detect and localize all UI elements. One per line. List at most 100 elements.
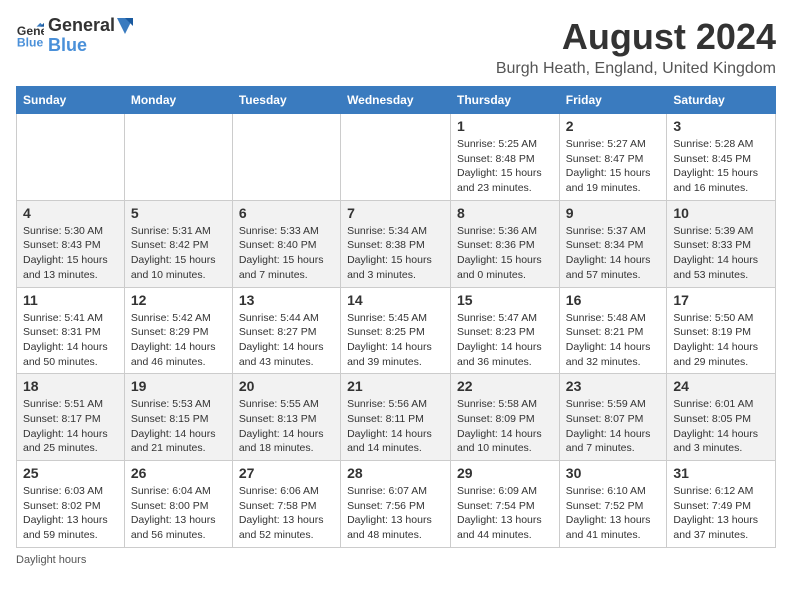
day-number: 27 (239, 465, 334, 481)
calendar-cell (341, 114, 451, 201)
svg-text:Blue: Blue (17, 35, 44, 49)
calendar-cell: 2Sunrise: 5:27 AMSunset: 8:47 PMDaylight… (559, 114, 667, 201)
calendar-cell: 23 Sunrise: 5:59 AMSunset: 8:07 PMDayligh… (559, 374, 667, 461)
week-row-1: 1Sunrise: 5:25 AMSunset: 8:48 PMDaylight… (17, 114, 776, 201)
day-info: Sunrise: 6:12 AMSunset: 7:49 PMDaylight:… (673, 484, 769, 543)
calendar-cell (124, 114, 232, 201)
calendar-cell: 17 Sunrise: 5:50 AMSunset: 8:19 PMDayligh… (667, 287, 776, 374)
calendar-cell: 18 Sunrise: 5:51 AMSunset: 8:17 PMDayligh… (17, 374, 125, 461)
day-number: 12 (131, 292, 226, 308)
day-info: Sunrise: 5:47 AMSunset: 8:23 PMDaylight:… (457, 311, 553, 370)
calendar-table: SundayMondayTuesdayWednesdayThursdayFrid… (16, 86, 776, 548)
day-number: 4 (23, 205, 118, 221)
day-number: 8 (457, 205, 553, 221)
calendar-cell: 11 Sunrise: 5:41 AMSunset: 8:31 PMDayligh… (17, 287, 125, 374)
day-number: 11 (23, 292, 118, 308)
day-number: 24 (673, 378, 769, 394)
calendar-cell: 20Sunrise: 5:55 AMSunset: 8:13 PMDayligh… (232, 374, 340, 461)
calendar-cell: 27Sunrise: 6:06 AMSunset: 7:58 PMDayligh… (232, 461, 340, 548)
calendar-cell: 3Sunrise: 5:28 AMSunset: 8:45 PMDaylight… (667, 114, 776, 201)
calendar-cell: 15 Sunrise: 5:47 AMSunset: 8:23 PMDayligh… (451, 287, 560, 374)
day-number: 9 (566, 205, 661, 221)
week-row-3: 11 Sunrise: 5:41 AMSunset: 8:31 PMDayligh… (17, 287, 776, 374)
day-info: Sunrise: 6:10 AMSunset: 7:52 PMDaylight:… (566, 484, 661, 543)
calendar-cell: 28 Sunrise: 6:07 AMSunset: 7:56 PMDayligh… (341, 461, 451, 548)
day-number: 18 (23, 378, 118, 394)
calendar-cell: 26 Sunrise: 6:04 AMSunset: 8:00 PMDayligh… (124, 461, 232, 548)
day-info: Sunrise: 5:45 AMSunset: 8:25 PMDaylight:… (347, 311, 444, 370)
day-info: Sunrise: 6:03 AMSunset: 8:02 PMDaylight:… (23, 484, 118, 543)
calendar-cell: 29 Sunrise: 6:09 AMSunset: 7:54 PMDayligh… (451, 461, 560, 548)
logo-blue: Blue (48, 36, 133, 56)
column-header-wednesday: Wednesday (341, 87, 451, 114)
header: General Blue General Blue August 2024 Bu… (16, 16, 776, 78)
day-number: 21 (347, 378, 444, 394)
day-info: Sunrise: 5:37 AMSunset: 8:34 PMDaylight:… (566, 224, 661, 283)
day-info: Sunrise: 5:27 AMSunset: 8:47 PMDaylight:… (566, 137, 661, 196)
calendar-cell: 8 Sunrise: 5:36 AMSunset: 8:36 PMDaylight… (451, 200, 560, 287)
day-info: Sunrise: 5:59 AMSunset: 8:07 PMDaylight:… (566, 397, 661, 456)
day-number: 28 (347, 465, 444, 481)
day-number: 6 (239, 205, 334, 221)
column-header-monday: Monday (124, 87, 232, 114)
logo-icon: General Blue (16, 22, 44, 50)
day-number: 25 (23, 465, 118, 481)
column-header-saturday: Saturday (667, 87, 776, 114)
calendar-cell: 6Sunrise: 5:33 AMSunset: 8:40 PMDaylight… (232, 200, 340, 287)
week-row-4: 18 Sunrise: 5:51 AMSunset: 8:17 PMDayligh… (17, 374, 776, 461)
day-info: Sunrise: 5:36 AMSunset: 8:36 PMDaylight:… (457, 224, 553, 283)
calendar-cell (17, 114, 125, 201)
week-row-2: 4 Sunrise: 5:30 AMSunset: 8:43 PMDaylight… (17, 200, 776, 287)
calendar-cell: 5 Sunrise: 5:31 AMSunset: 8:42 PMDaylight… (124, 200, 232, 287)
day-number: 30 (566, 465, 661, 481)
day-number: 5 (131, 205, 226, 221)
day-info: Sunrise: 5:58 AMSunset: 8:09 PMDaylight:… (457, 397, 553, 456)
day-info: Sunrise: 6:04 AMSunset: 8:00 PMDaylight:… (131, 484, 226, 543)
day-info: Sunrise: 5:51 AMSunset: 8:17 PMDaylight:… (23, 397, 118, 456)
calendar-cell: 10 Sunrise: 5:39 AMSunset: 8:33 PMDayligh… (667, 200, 776, 287)
day-number: 7 (347, 205, 444, 221)
day-number: 14 (347, 292, 444, 308)
footer-text: Daylight hours (16, 554, 86, 566)
month-title: August 2024 (496, 16, 776, 58)
day-number: 17 (673, 292, 769, 308)
day-info: Sunrise: 5:31 AMSunset: 8:42 PMDaylight:… (131, 224, 226, 283)
column-header-friday: Friday (559, 87, 667, 114)
day-info: Sunrise: 5:30 AMSunset: 8:43 PMDaylight:… (23, 224, 118, 283)
day-info: Sunrise: 6:07 AMSunset: 7:56 PMDaylight:… (347, 484, 444, 543)
calendar-cell: 31Sunrise: 6:12 AMSunset: 7:49 PMDayligh… (667, 461, 776, 548)
title-area: August 2024 Burgh Heath, England, United… (496, 16, 776, 78)
calendar-cell: 24 Sunrise: 6:01 AMSunset: 8:05 PMDayligh… (667, 374, 776, 461)
day-info: Sunrise: 5:41 AMSunset: 8:31 PMDaylight:… (23, 311, 118, 370)
column-header-thursday: Thursday (451, 87, 560, 114)
day-number: 10 (673, 205, 769, 221)
day-info: Sunrise: 5:48 AMSunset: 8:21 PMDaylight:… (566, 311, 661, 370)
day-number: 15 (457, 292, 553, 308)
day-info: Sunrise: 5:44 AMSunset: 8:27 PMDaylight:… (239, 311, 334, 370)
day-number: 26 (131, 465, 226, 481)
day-info: Sunrise: 5:42 AMSunset: 8:29 PMDaylight:… (131, 311, 226, 370)
calendar-cell: 9 Sunrise: 5:37 AMSunset: 8:34 PMDaylight… (559, 200, 667, 287)
day-info: Sunrise: 6:09 AMSunset: 7:54 PMDaylight:… (457, 484, 553, 543)
calendar-cell: 13 Sunrise: 5:44 AMSunset: 8:27 PMDayligh… (232, 287, 340, 374)
day-info: Sunrise: 5:39 AMSunset: 8:33 PMDaylight:… (673, 224, 769, 283)
day-number: 3 (673, 118, 769, 134)
day-number: 23 (566, 378, 661, 394)
calendar-cell: 14 Sunrise: 5:45 AMSunset: 8:25 PMDayligh… (341, 287, 451, 374)
logo: General Blue General Blue (16, 16, 133, 56)
calendar-cell: 30 Sunrise: 6:10 AMSunset: 7:52 PMDayligh… (559, 461, 667, 548)
day-number: 13 (239, 292, 334, 308)
calendar-cell: 7Sunrise: 5:34 AMSunset: 8:38 PMDaylight… (341, 200, 451, 287)
calendar-cell: 22 Sunrise: 5:58 AMSunset: 8:09 PMDayligh… (451, 374, 560, 461)
day-number: 29 (457, 465, 553, 481)
week-row-5: 25 Sunrise: 6:03 AMSunset: 8:02 PMDayligh… (17, 461, 776, 548)
location-title: Burgh Heath, England, United Kingdom (496, 60, 776, 78)
header-row: SundayMondayTuesdayWednesdayThursdayFrid… (17, 87, 776, 114)
day-number: 22 (457, 378, 553, 394)
day-number: 20 (239, 378, 334, 394)
column-header-tuesday: Tuesday (232, 87, 340, 114)
calendar-cell: 16 Sunrise: 5:48 AMSunset: 8:21 PMDayligh… (559, 287, 667, 374)
day-number: 16 (566, 292, 661, 308)
day-info: Sunrise: 5:50 AMSunset: 8:19 PMDaylight:… (673, 311, 769, 370)
day-info: Sunrise: 6:01 AMSunset: 8:05 PMDaylight:… (673, 397, 769, 456)
